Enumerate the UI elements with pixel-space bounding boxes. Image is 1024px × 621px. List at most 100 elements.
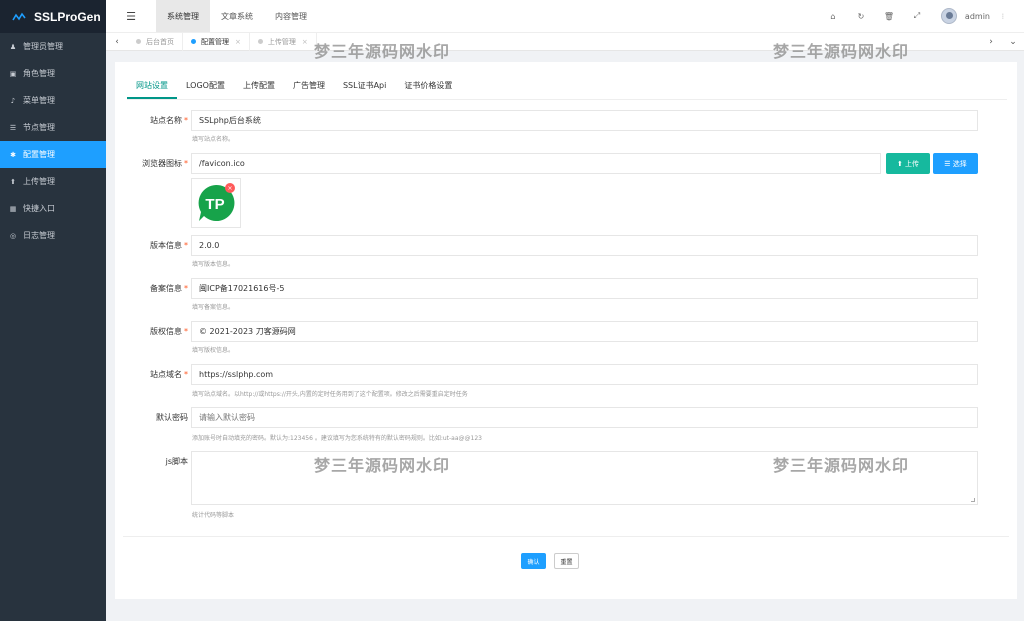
config-tab[interactable]: SSL证书Api <box>334 76 395 99</box>
sidebar-item[interactable]: ☰ 节点管理 <box>0 114 106 141</box>
confirm-button[interactable]: 确认 <box>521 553 546 569</box>
tp-logo-text: TP <box>205 196 224 213</box>
site-name-input[interactable]: SSLphp后台系统 <box>191 110 978 131</box>
grid-icon: ▦ <box>9 204 17 213</box>
top-right-tools: ⌂ ↻ 🗑 ⤢ admin ⋮ <box>819 0 1024 32</box>
sidebar-item[interactable]: ▦ 快捷入口 <box>0 195 106 222</box>
select-button[interactable]: ☰ 选择 <box>933 153 978 174</box>
icp-input[interactable]: 闽ICP备17021616号-5 <box>191 278 978 299</box>
config-card: 网站设置 LOGO配置 上传配置 广告管理 SSL证书Api 证书价格设置 站点名称 * S… <box>115 62 1017 599</box>
gear-icon: ✱ <box>10 150 16 159</box>
top-nav: 系统管理 文章系统 内容管理 <box>156 0 318 32</box>
icp-hint: 填写备案信息。 <box>192 304 235 311</box>
svg-text:×: × <box>227 185 232 192</box>
log-icon: ◎ <box>9 231 17 240</box>
bell-icon: ♪ <box>10 96 16 105</box>
tabs-left-arrow-icon[interactable]: ‹ <box>106 37 128 47</box>
home-icon[interactable]: ⌂ <box>819 12 847 21</box>
id-card-icon: ▣ <box>9 69 17 78</box>
page-tabs: 后台首页 配置管理 × 上传管理 × <box>128 32 317 51</box>
list-icon: ☰ <box>9 123 17 132</box>
divider <box>123 536 1009 537</box>
tabs-right-arrow-icon[interactable]: › <box>980 37 1002 47</box>
icp-label: 备案信息 * <box>150 284 188 293</box>
config-tab[interactable]: 证书价格设置 <box>395 76 461 99</box>
config-tab[interactable]: 上传配置 <box>234 76 284 99</box>
sidebar-item[interactable]: ♟ 管理员管理 <box>0 33 106 60</box>
default-password-hint: 添加账号时自动填充的密码。默认为:123456 。建议填写为您系统特有的默认密码… <box>192 435 482 442</box>
sidebar-item[interactable]: ✱ 配置管理 <box>0 141 106 168</box>
default-password-input[interactable]: 请输入默认密码 <box>191 407 978 428</box>
config-tab[interactable]: 广告管理 <box>284 76 334 99</box>
logo[interactable]: SSLProGen <box>0 0 106 33</box>
sidebar-item[interactable]: ◎ 日志管理 <box>0 222 106 249</box>
list-icon: ☰ <box>944 159 953 168</box>
fullscreen-icon[interactable]: ⤢ <box>903 11 931 21</box>
sidebar-item-label: 上传管理 <box>23 177 55 186</box>
upload-icon: ⬆ <box>10 177 16 186</box>
config-tab[interactable]: 网站设置 <box>127 76 177 99</box>
sidebar: SSLProGen ♟ 管理员管理 ▣ 角色管理 ♪ 菜单管理 ☰ 节点管理 ✱ 配置管理 ⬆ 上传管… <box>0 0 106 621</box>
sidebar-item-label: 节点管理 <box>23 123 55 132</box>
sidebar-item-label: 快捷入口 <box>23 204 55 213</box>
favicon-input[interactable]: /favicon.ico <box>191 153 881 174</box>
refresh-icon[interactable]: ↻ <box>847 12 875 21</box>
page-tab-label: 配置管理 <box>201 37 229 46</box>
version-input[interactable]: 2.0.0 <box>191 235 978 256</box>
avatar[interactable] <box>940 8 957 24</box>
watermark: 梦三年源码网水印 <box>314 42 451 61</box>
sidebar-item[interactable]: ▣ 角色管理 <box>0 60 106 87</box>
domain-label: 站点域名 * <box>150 370 188 379</box>
trash-icon[interactable]: 🗑 <box>875 12 903 21</box>
page-tab[interactable]: 配置管理 × <box>183 32 250 51</box>
version-label: 版本信息 * <box>150 241 188 250</box>
resize-handle-icon[interactable] <box>971 498 975 502</box>
top-nav-item[interactable]: 文章系统 <box>210 0 264 32</box>
copyright-input[interactable]: © 2021-2023 刀客源码网 <box>191 321 978 342</box>
watermark: 梦三年源码网水印 <box>314 456 451 475</box>
config-tabs: 网站设置 LOGO配置 上传配置 广告管理 SSL证书Api 证书价格设置 <box>127 76 1007 100</box>
sidebar-item-label: 管理员管理 <box>23 42 63 51</box>
tab-dot-icon <box>191 39 196 44</box>
watermark: 梦三年源码网水印 <box>773 456 910 475</box>
version-hint: 填写版本信息。 <box>192 261 235 268</box>
more-vertical-icon[interactable]: ⋮ <box>1000 13 1006 20</box>
sidebar-menu: ♟ 管理员管理 ▣ 角色管理 ♪ 菜单管理 ☰ 节点管理 ✱ 配置管理 ⬆ 上传管理 ▦ 快捷入口 ◎ 日志管… <box>0 33 106 249</box>
close-icon[interactable]: × <box>302 38 308 46</box>
tab-dot-icon <box>257 39 263 44</box>
sidebar-item-label: 菜单管理 <box>23 96 55 105</box>
config-tab[interactable]: LOGO配置 <box>177 76 234 99</box>
sidebar-item-label: 日志管理 <box>23 231 55 240</box>
sidebar-item[interactable]: ♪ 菜单管理 <box>0 87 106 114</box>
tab-dot-icon <box>136 39 141 44</box>
user-icon: ♟ <box>9 42 17 51</box>
sidebar-item-label: 配置管理 <box>23 150 55 159</box>
wave-logo-icon <box>12 12 26 20</box>
copyright-label: 版权信息 * <box>150 327 188 336</box>
favicon-preview[interactable]: TP × <box>191 178 241 228</box>
page-tab[interactable]: 上传管理 × <box>250 32 317 51</box>
default-password-label: 默认密码 <box>156 413 188 422</box>
app-title: SSLProGen <box>34 9 101 24</box>
tabs-dropdown-icon[interactable]: ⌄ <box>1002 37 1024 47</box>
tp-logo-icon: TP × <box>198 183 235 221</box>
watermark: 梦三年源码网水印 <box>773 42 910 61</box>
reset-button[interactable]: 重置 <box>554 553 579 569</box>
page-tab-label: 上传管理 <box>267 37 296 46</box>
domain-hint: 填写站点域名。以http://或https://开头,内置的定时任务用到了这个配… <box>192 391 468 398</box>
top-nav-item[interactable]: 内容管理 <box>264 0 318 32</box>
menu-toggle-icon[interactable]: ☰ <box>106 0 156 32</box>
js-hint: 统计代码等脚本 <box>192 512 235 519</box>
upload-button[interactable]: ⬆ 上传 <box>886 153 930 174</box>
sidebar-item[interactable]: ⬆ 上传管理 <box>0 168 106 195</box>
top-nav-item[interactable]: 系统管理 <box>156 0 210 32</box>
user-name[interactable]: admin <box>965 12 990 21</box>
site-name-hint: 填写站点名称。 <box>192 136 235 143</box>
copyright-hint: 填写版权信息。 <box>192 347 235 354</box>
favicon-label: 浏览器图标 * <box>142 159 188 168</box>
topbar: ☰ 系统管理 文章系统 内容管理 ⌂ ↻ 🗑 ⤢ admin ⋮ <box>106 0 1024 33</box>
domain-input[interactable]: https://sslphp.com <box>191 364 978 385</box>
close-icon[interactable]: × <box>235 38 241 46</box>
upload-icon: ⬆ <box>896 159 906 168</box>
page-tab[interactable]: 后台首页 <box>128 32 183 51</box>
